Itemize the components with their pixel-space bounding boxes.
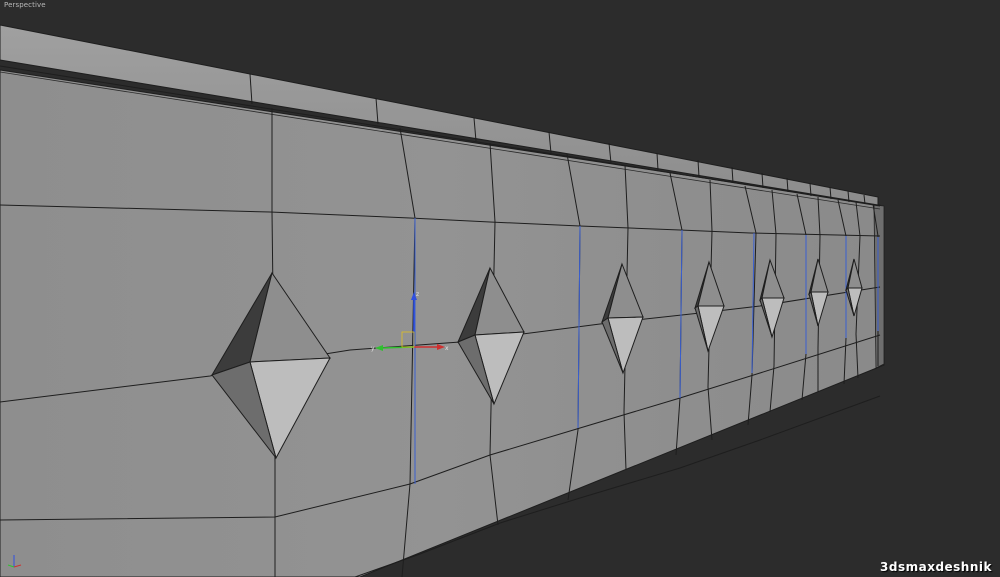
wall-end-face xyxy=(873,204,885,369)
axis-tripod-icon xyxy=(7,555,22,568)
svg-text:y: y xyxy=(371,345,375,352)
svg-text:x: x xyxy=(445,345,449,352)
svg-text:z: z xyxy=(416,291,419,298)
wall-face[interactable] xyxy=(0,69,885,577)
perspective-viewport[interactable]: Perspective y x z 3dsmaxdeshnik xyxy=(0,0,1000,577)
scene-canvas[interactable]: y x z xyxy=(0,0,1000,577)
watermark-text: 3dsmaxdeshnik xyxy=(880,560,992,574)
